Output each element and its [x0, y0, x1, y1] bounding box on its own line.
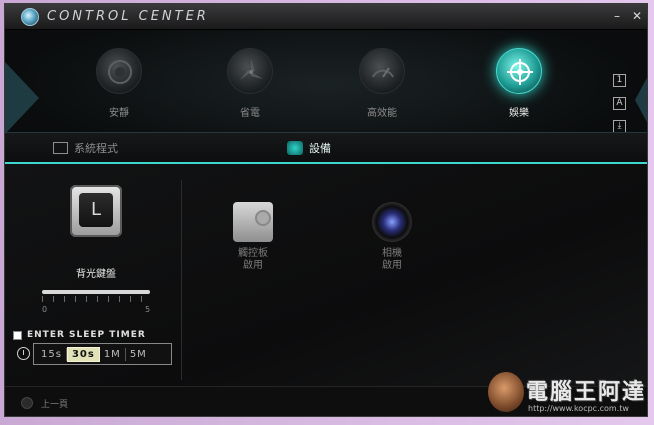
backlight-slider[interactable] [42, 290, 150, 294]
device-touchpad[interactable]: 觸控板 啟用 [218, 202, 288, 272]
mode-entertainment[interactable]: 娛樂 [484, 48, 554, 119]
mode-label: 高效能 [367, 108, 397, 119]
content-divider [181, 180, 182, 380]
device-status: 啟用 [382, 260, 402, 271]
gauge-icon [359, 48, 405, 94]
timer-option-5m[interactable]: 5M [126, 348, 151, 361]
touchpad-icon [233, 202, 273, 242]
watermark: 電腦王阿達 http://www.kocpc.com.tw [488, 368, 648, 422]
auto-button[interactable]: A [613, 97, 626, 110]
timer-option-1m[interactable]: 1M [100, 347, 126, 361]
mode-power-save[interactable]: 省電 [215, 48, 285, 119]
slider-min-label: 0 [42, 305, 48, 314]
sleep-timer-label: Enter Sleep Timer [27, 330, 146, 340]
device-camera[interactable]: 相機 啟用 [357, 202, 427, 272]
mode-arrow-right-icon [635, 74, 647, 126]
mode-quiet[interactable]: 安靜 [84, 48, 154, 119]
mode-label: 省電 [240, 108, 260, 119]
watermark-text: 電腦王阿達 [526, 380, 647, 405]
mode-label: 娛樂 [509, 108, 529, 119]
device-name: 觸控板 [238, 248, 268, 259]
key-letter: L [79, 193, 113, 227]
app-window: Control Center – ✕ 安靜 省電 [4, 3, 648, 417]
tab-label: 設備 [309, 142, 331, 155]
plug-icon [287, 141, 303, 155]
watermark-url: http://www.kocpc.com.tw [528, 404, 629, 413]
device-status: 啟用 [243, 260, 263, 271]
keyboard-backlight-label: 背光鍵盤 [76, 269, 116, 280]
timer-option-15s[interactable]: 15s [37, 347, 67, 361]
window-frame: Control Center – ✕ 安靜 省電 [0, 0, 654, 425]
crosshair-icon [496, 48, 542, 94]
sleep-timer-row: Enter Sleep Timer [13, 330, 146, 340]
sleep-timer-checkbox[interactable] [13, 330, 22, 340]
sleep-timer-options: 15s 30s 1M 5M [33, 343, 172, 365]
speaker-icon [96, 48, 142, 94]
mode-arrow-left-icon [5, 62, 39, 134]
tab-strip: 系統程式 設備 [5, 132, 647, 164]
tab-devices[interactable]: 設備 [287, 140, 331, 156]
close-button[interactable]: ✕ [629, 8, 645, 24]
keyboard-backlight-key-icon[interactable]: L [70, 185, 122, 237]
watermark-mascot-icon [488, 372, 524, 412]
camera-icon [372, 202, 412, 242]
back-icon[interactable] [21, 397, 33, 409]
devices-content: L 背光鍵盤 0 5 Enter Sleep Timer 15s 30s 1M … [5, 164, 647, 386]
slider-max-label: 5 [145, 305, 151, 314]
tab-label: 系統程式 [74, 142, 118, 155]
stopwatch-icon [17, 347, 30, 360]
title-bar: Control Center – ✕ [5, 4, 647, 30]
profile-1-button[interactable]: 1 [613, 74, 626, 87]
device-name: 相機 [382, 248, 402, 259]
app-logo-icon [21, 8, 39, 26]
slider-ticks [42, 296, 150, 302]
timer-option-30s[interactable]: 30s [66, 346, 100, 362]
minimize-button[interactable]: – [609, 8, 625, 24]
tab-system-programs[interactable]: 系統程式 [53, 140, 118, 156]
mode-label: 安靜 [109, 108, 129, 119]
fan-icon [227, 48, 273, 94]
monitor-icon [53, 142, 68, 154]
mode-performance[interactable]: 高效能 [347, 48, 417, 119]
app-title: Control Center [47, 9, 209, 24]
back-label[interactable]: 上一頁 [41, 397, 68, 410]
